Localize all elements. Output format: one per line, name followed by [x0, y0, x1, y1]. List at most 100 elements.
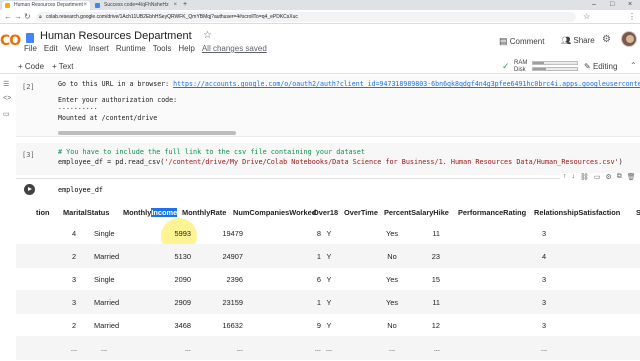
browser-menu-icon[interactable]: ⋮ [628, 12, 636, 22]
column-header[interactable]: PerformanceRating [458, 208, 526, 217]
table-of-contents-icon[interactable]: ☰ [3, 80, 9, 88]
editing-mode-button[interactable]: ✎ Editing [584, 62, 617, 71]
disk-meter [532, 67, 578, 71]
code-snippets-icon[interactable]: <> [3, 95, 11, 102]
table-cell: Married [94, 321, 114, 330]
connected-check-icon: ✓ [502, 61, 510, 72]
column-header[interactable]: RelationshipSatisfaction [534, 208, 620, 217]
mirror-cell-icon[interactable]: ⧉ [617, 173, 622, 181]
output-cell-auth[interactable]: [2] Go to this URL in a browser: https:/… [16, 75, 640, 137]
column-header[interactable]: MonthlyRate [182, 208, 226, 217]
run-cell-button[interactable] [24, 184, 35, 195]
share-button[interactable]: 👥︎ Share [561, 36, 595, 45]
menu-view[interactable]: View [65, 44, 82, 54]
share-label: Share [573, 36, 594, 45]
ram-meter-fill [533, 62, 544, 64]
bookmark-star-icon[interactable]: ☆ [583, 12, 590, 22]
colab-logo[interactable]: CO [0, 33, 20, 49]
auth-code-prompt: Enter your authorization code: [58, 96, 177, 104]
table-cell: Married [94, 252, 114, 261]
forward-icon[interactable]: → [14, 12, 22, 22]
move-up-icon[interactable]: ↑ [563, 173, 567, 181]
column-header[interactable]: NumCompaniesWorked [233, 208, 316, 217]
comment-label: Comment [510, 37, 545, 46]
add-code-button[interactable]: + Code [18, 62, 44, 71]
table-cell: Yes [382, 229, 402, 238]
link-icon[interactable]: ⛓ [580, 173, 589, 181]
auth-url-link[interactable]: https://accounts.google.com/o/oauth2/aut… [173, 80, 640, 88]
trash-icon[interactable]: 🗑︎ [627, 173, 636, 181]
column-header[interactable]: Over18 [313, 208, 338, 217]
avatar[interactable] [621, 31, 637, 47]
disk-meter-fill [533, 68, 546, 70]
table-row: 2Married5130249071YNo2344 [16, 244, 640, 268]
maximize-icon[interactable]: □ [610, 0, 614, 10]
table-cell: 23159 [222, 298, 243, 307]
chevron-up-icon[interactable]: ⌃ [630, 61, 637, 70]
column-header-monthly-income[interactable]: MonthlyIncome [123, 208, 177, 217]
comment-button[interactable]: ▤ Comment [499, 36, 544, 47]
files-icon[interactable]: ▭ [3, 110, 10, 118]
pencil-icon: ✎ [584, 62, 593, 71]
new-tab-icon[interactable]: + [183, 0, 187, 10]
horizontal-scrollbar[interactable] [58, 131, 236, 135]
table-cell: 12 [432, 321, 440, 330]
ram-label: RAM [514, 60, 527, 67]
table-cell: 19479 [222, 229, 243, 238]
header-selected-text: Income [151, 208, 177, 217]
menu-help[interactable]: Help [178, 44, 194, 54]
close-window-icon[interactable]: × [628, 0, 632, 10]
left-sidebar: ☰ <> ▭ [0, 75, 15, 360]
resource-monitor[interactable]: RAM Disk [514, 60, 527, 74]
notebook-title[interactable]: Human Resources Department [40, 30, 192, 42]
auth-url-line: Go to this URL in a browser: https://acc… [58, 80, 640, 88]
reload-icon[interactable]: ↻ [24, 12, 31, 22]
column-header[interactable]: tion [36, 208, 50, 217]
menu-edit[interactable]: Edit [44, 44, 58, 54]
browser-tab-success[interactable]: Success code=4/qFhNsheHz × [92, 1, 180, 10]
browser-tab-strip: Human Resources Department × Success cod… [0, 0, 640, 10]
table-cell: Married [94, 298, 114, 307]
auth-code-masked: ·········· [58, 105, 98, 113]
star-icon[interactable]: ☆ [203, 30, 212, 41]
table-cell: ... [64, 344, 84, 353]
gear-icon[interactable]: ⚙ [602, 34, 611, 45]
comment-icon[interactable]: ▭ [594, 173, 601, 181]
code-cell-display[interactable]: employee_df ↑ ↓ ⛓ ▭ ⚙ ⧉ 🗑︎ ⋮ tion Marita… [16, 178, 640, 360]
table-row: 3Single209023966YYes1532 [16, 267, 640, 291]
close-tab-icon[interactable]: × [173, 1, 177, 10]
gear-icon[interactable]: ⚙ [606, 173, 612, 181]
table-cell: Single [94, 275, 114, 284]
table-cell: ... [534, 344, 554, 353]
notebook-toolbar: + Code + Text ✓ RAM Disk ✎ Editing ⌃ [0, 59, 640, 74]
move-down-icon[interactable]: ↓ [572, 173, 576, 181]
google-favicon-icon [95, 3, 100, 8]
column-header[interactable]: OverTime [344, 208, 378, 217]
table-row: 2Married3468166329YNo1234 [16, 313, 640, 337]
table-cell: ... [434, 344, 440, 353]
code-comment: # You have to include the full link to t… [58, 148, 365, 157]
disk-label: Disk [514, 67, 527, 74]
table-cell: Yes [382, 275, 402, 284]
column-header[interactable]: MaritalStatus [63, 208, 109, 217]
column-header[interactable]: S [636, 208, 640, 217]
saved-status-link[interactable]: All changes saved [202, 44, 267, 54]
menu-insert[interactable]: Insert [89, 44, 109, 54]
url-input[interactable]: 🔒︎ colab.research.google.com/drive/1Ach1… [36, 12, 576, 22]
code-cell-read-csv[interactable]: [3] # You have to include the full link … [16, 143, 640, 175]
add-text-button[interactable]: + Text [52, 62, 73, 71]
table-cell: Y [319, 229, 339, 238]
column-header[interactable]: PercentSalaryHike [384, 208, 449, 217]
table-cell: 11 [432, 298, 440, 307]
menu-file[interactable]: File [24, 44, 37, 54]
table-cell: 3468 [175, 321, 191, 330]
close-tab-icon[interactable]: × [83, 1, 87, 10]
menu-runtime[interactable]: Runtime [116, 44, 146, 54]
minimize-icon[interactable]: – [592, 0, 596, 10]
browser-tab-colab[interactable]: Human Resources Department × [2, 1, 90, 10]
menu-tools[interactable]: Tools [153, 44, 172, 54]
drive-file-icon [26, 33, 34, 43]
table-cell: ... [319, 344, 339, 353]
table-cell: ... [382, 344, 402, 353]
back-icon[interactable]: ← [4, 12, 12, 22]
